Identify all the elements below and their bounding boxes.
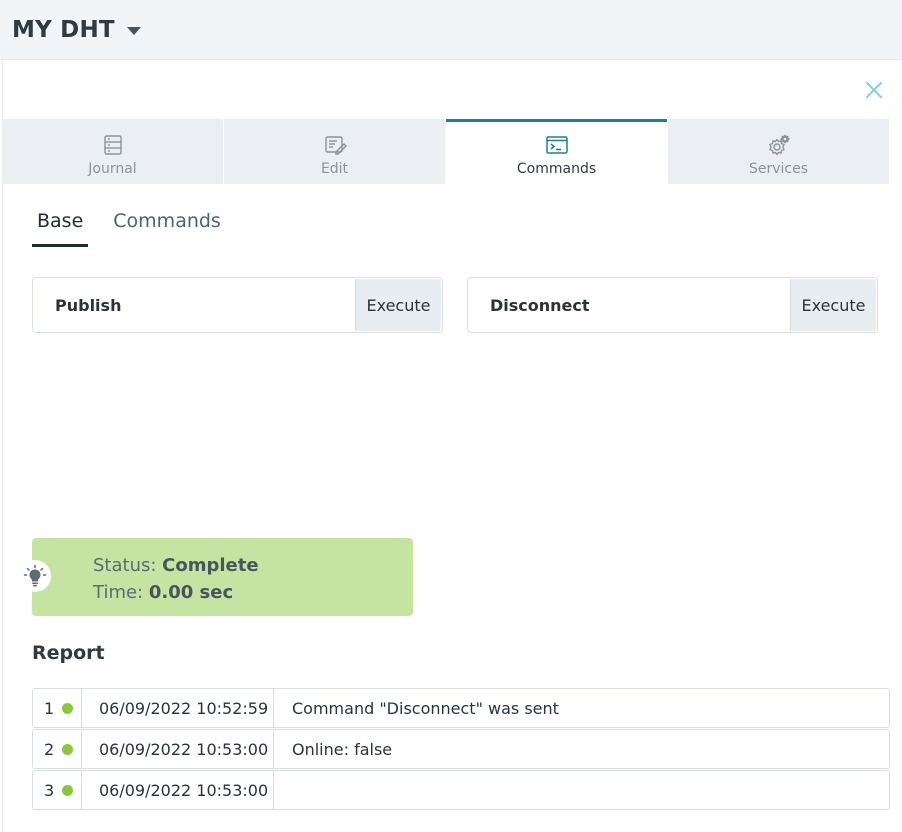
execute-publish-button[interactable]: Execute bbox=[355, 279, 441, 331]
subtab-base[interactable]: Base bbox=[32, 206, 89, 247]
command-label: Publish bbox=[55, 295, 122, 315]
row-number: 1 bbox=[44, 698, 55, 718]
row-message: Command "Disconnect" was sent bbox=[292, 698, 559, 718]
app-title: MY DHT bbox=[12, 16, 115, 43]
status-dot-icon bbox=[62, 743, 74, 755]
tab-journal[interactable]: Journal bbox=[2, 119, 223, 184]
row-time: 06/09/2022 10:53:00 bbox=[82, 730, 274, 768]
subtab-commands[interactable]: Commands bbox=[108, 206, 226, 247]
status-label: Status: bbox=[93, 555, 157, 576]
tab-label: Services bbox=[748, 161, 809, 177]
tab-label: Journal bbox=[88, 161, 137, 177]
report-table: 1 06/09/2022 10:52:59 Command "Disconnec… bbox=[32, 688, 890, 811]
table-row: 1 06/09/2022 10:52:59 Command "Disconnec… bbox=[32, 688, 890, 728]
gear-icon bbox=[768, 134, 790, 156]
chevron-down-icon[interactable] bbox=[126, 26, 141, 35]
tab-commands[interactable]: Commands bbox=[446, 119, 667, 184]
tab-edit[interactable]: Edit bbox=[224, 119, 445, 184]
close-icon[interactable] bbox=[862, 78, 886, 102]
row-time: 06/09/2022 10:52:59 bbox=[82, 689, 274, 727]
top-bar: MY DHT bbox=[0, 0, 902, 60]
edit-icon bbox=[324, 136, 347, 155]
status-line: Status: Complete bbox=[93, 552, 413, 579]
row-number: 3 bbox=[44, 780, 55, 800]
lightbulb-icon bbox=[19, 560, 51, 592]
terminal-icon bbox=[545, 136, 568, 154]
table-row: 2 06/09/2022 10:53:00 Online: false bbox=[32, 729, 890, 769]
status-dot-icon bbox=[62, 784, 74, 796]
command-label: Disconnect bbox=[490, 295, 590, 315]
status-dot-icon bbox=[62, 702, 74, 714]
execute-disconnect-button[interactable]: Execute bbox=[790, 279, 876, 331]
status-box: Status: Complete Time: 0.00 sec bbox=[32, 538, 413, 616]
sub-tabs: Base Commands bbox=[32, 206, 246, 247]
row-time: 06/09/2022 10:53:00 bbox=[82, 771, 274, 809]
row-number-cell: 2 bbox=[33, 730, 82, 768]
journal-icon bbox=[103, 135, 122, 155]
command-card-publish: Publish Execute bbox=[32, 277, 443, 333]
time-label: Time: bbox=[93, 582, 144, 603]
table-row: 3 06/09/2022 10:53:00 bbox=[32, 770, 890, 810]
command-card-disconnect: Disconnect Execute bbox=[467, 277, 878, 333]
tab-label: Commands bbox=[516, 161, 597, 177]
row-number-cell: 1 bbox=[33, 689, 82, 727]
time-line: Time: 0.00 sec bbox=[93, 579, 413, 606]
report-title: Report bbox=[32, 642, 105, 664]
status-value: Complete bbox=[162, 555, 259, 576]
row-number: 2 bbox=[44, 739, 55, 759]
row-number-cell: 3 bbox=[33, 771, 82, 809]
time-value: 0.00 sec bbox=[148, 582, 234, 603]
tab-label: Edit bbox=[320, 161, 349, 177]
tab-services[interactable]: Services bbox=[668, 119, 889, 184]
row-message: Online: false bbox=[292, 739, 393, 759]
main-tabs: Journal Edit Commands Services bbox=[2, 119, 889, 184]
